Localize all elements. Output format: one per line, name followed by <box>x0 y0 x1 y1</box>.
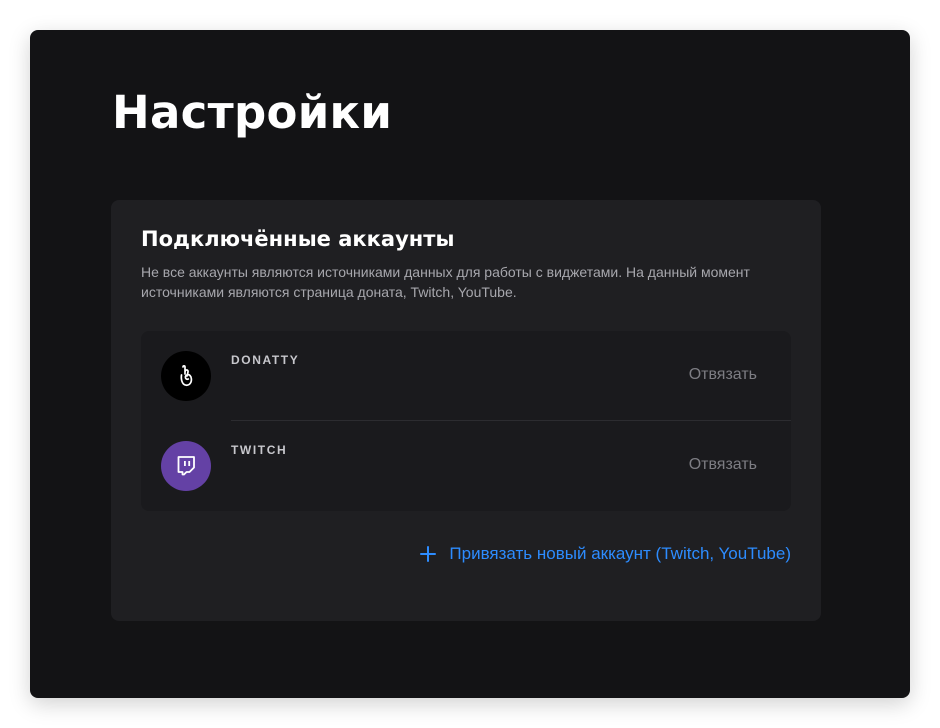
unlink-button[interactable]: Отвязать <box>689 456 757 474</box>
account-row-twitch: TWITCH Отвязать <box>141 421 791 511</box>
add-account-button[interactable]: Привязать новый аккаунт (Twitch, YouTube… <box>419 544 791 564</box>
accounts-list: DONATTY Отвязать TWITCH Отвязать <box>141 331 791 511</box>
add-account-label: Привязать новый аккаунт (Twitch, YouTube… <box>449 544 791 563</box>
account-name: TWITCH <box>231 443 288 457</box>
settings-window: Настройки Подключённые аккаунты Не все а… <box>30 30 910 698</box>
page-title: Настройки <box>112 86 393 139</box>
card-title: Подключённые аккаунты <box>141 227 455 251</box>
account-row-donatty: DONATTY Отвязать <box>141 331 791 421</box>
account-name: DONATTY <box>231 353 300 367</box>
connected-accounts-card: Подключённые аккаунты Не все аккаунты яв… <box>111 200 821 621</box>
donatty-logo-icon <box>161 351 211 401</box>
twitch-logo-icon <box>161 441 211 491</box>
plus-icon <box>420 546 437 562</box>
unlink-button[interactable]: Отвязать <box>689 366 757 384</box>
card-description: Не все аккаунты являются источниками дан… <box>141 264 750 300</box>
